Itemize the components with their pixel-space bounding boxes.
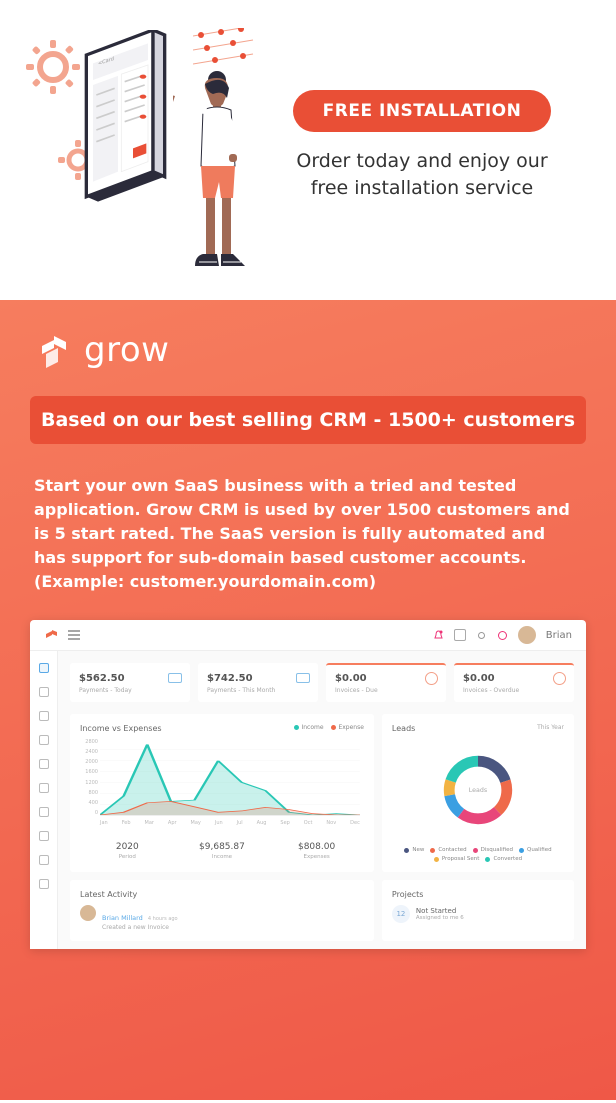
line-chart: 280024002000160012008004000 JanFebMarApr… bbox=[80, 739, 364, 834]
sidebar-icon bbox=[39, 687, 49, 697]
stat-value: $0.00 bbox=[463, 673, 565, 684]
card-icon bbox=[425, 672, 438, 685]
card-icon bbox=[168, 673, 182, 683]
chart-legend: Income Expense bbox=[288, 724, 363, 733]
based-on-banner: Based on our best selling CRM - 1500+ cu… bbox=[30, 396, 586, 444]
avatar bbox=[518, 626, 536, 644]
bell-icon bbox=[433, 630, 444, 641]
activity-title: Latest Activity bbox=[80, 890, 137, 899]
stat-label: Invoices - Overdue bbox=[463, 687, 565, 694]
brand-name: grow bbox=[84, 330, 169, 370]
sidebar-icon bbox=[39, 783, 49, 793]
dots-icon bbox=[193, 28, 263, 73]
activity-desc: Created a new Invoice bbox=[102, 924, 178, 931]
hero-illustration: <Card bbox=[18, 20, 268, 270]
top-section: <Card bbox=[0, 0, 616, 300]
stat-value: $742.50 bbox=[207, 673, 309, 684]
dashboard-screenshot: Brian $562.50 Payments - Today $742.50 bbox=[30, 620, 586, 949]
person-illustration bbox=[173, 70, 268, 280]
summary-label: Period bbox=[80, 854, 175, 860]
sidebar-icon bbox=[39, 855, 49, 865]
project-count-badge: 12 bbox=[392, 905, 410, 923]
gear-icon bbox=[476, 630, 487, 641]
projects-title: Projects bbox=[392, 890, 424, 899]
dash-sidebar bbox=[30, 651, 58, 949]
sidebar-icon bbox=[39, 807, 49, 817]
summary-label: Expenses bbox=[269, 854, 364, 860]
sidebar-icon bbox=[39, 735, 49, 745]
sidebar-icon bbox=[39, 711, 49, 721]
grow-logo-icon bbox=[36, 332, 72, 368]
card-icon bbox=[296, 673, 310, 683]
svg-text:Leads: Leads bbox=[469, 787, 487, 794]
leads-legend: New Contacted Disqualified Qualified Proposa… bbox=[392, 847, 564, 862]
lower-section: grow Based on our best selling CRM - 150… bbox=[0, 300, 616, 1100]
card-icon bbox=[553, 672, 566, 685]
avatar bbox=[80, 905, 96, 921]
activity-user: Brian Millard bbox=[102, 914, 143, 922]
projects-panel: Projects 12 Not Started Assigned to me 6 bbox=[382, 880, 574, 941]
sidebar-icon bbox=[39, 879, 49, 889]
stat-card: $562.50 Payments - Today bbox=[70, 663, 190, 702]
stat-card: $0.00 Invoices - Overdue bbox=[454, 663, 574, 702]
legend-item: Converted bbox=[485, 856, 522, 862]
gear-icon bbox=[26, 40, 81, 95]
stat-label: Invoices - Due bbox=[335, 687, 437, 694]
sidebar-icon bbox=[39, 759, 49, 769]
stat-cards: $562.50 Payments - Today $742.50 Payment… bbox=[70, 663, 574, 702]
chart-summary: 2020 Period$9,685.87 Income $808.00 Expenses bbox=[80, 842, 364, 860]
brand: grow bbox=[30, 330, 586, 370]
leads-panel: Leads This Year Leads New Contacted Disqua… bbox=[382, 714, 574, 872]
leads-title: Leads bbox=[392, 724, 415, 733]
top-text: FREE INSTALLATION Order today and enjoy … bbox=[288, 20, 556, 201]
project-status: Not Started bbox=[416, 907, 464, 915]
sidebar-icon bbox=[39, 831, 49, 841]
phone-icon: <Card bbox=[78, 30, 178, 213]
summary-value: $808.00 bbox=[269, 842, 364, 852]
income-expenses-panel: Income vs Expenses Income Expense 280024… bbox=[70, 714, 374, 872]
power-icon bbox=[497, 630, 508, 641]
menu-icon bbox=[68, 630, 80, 640]
summary-value: 2020 bbox=[80, 842, 175, 852]
activity-ago: 4 hours ago bbox=[148, 916, 178, 922]
summary-label: Income bbox=[175, 854, 270, 860]
free-installation-pill: FREE INSTALLATION bbox=[293, 90, 552, 132]
user-name: Brian bbox=[546, 630, 572, 641]
dash-topbar: Brian bbox=[30, 620, 586, 651]
stat-card: $0.00 Invoices - Due bbox=[326, 663, 446, 702]
square-icon bbox=[454, 629, 466, 641]
stat-label: Payments - This Month bbox=[207, 687, 309, 694]
legend-item: Disqualified bbox=[473, 847, 513, 853]
sidebar-home-icon bbox=[39, 663, 49, 673]
stat-value: $0.00 bbox=[335, 673, 437, 684]
top-subtitle: Order today and enjoy our free installat… bbox=[288, 148, 556, 201]
description: Start your own SaaS business with a trie… bbox=[30, 474, 586, 594]
grow-logo-small-icon bbox=[44, 628, 58, 642]
legend-item: Contacted bbox=[430, 847, 466, 853]
stat-value: $562.50 bbox=[79, 673, 181, 684]
donut-chart: Leads bbox=[392, 739, 564, 839]
summary-value: $9,685.87 bbox=[175, 842, 270, 852]
stat-label: Payments - Today bbox=[79, 687, 181, 694]
legend-item: Proposal Sent bbox=[434, 856, 480, 862]
leads-period: This Year bbox=[537, 724, 564, 733]
chart-title: Income vs Expenses bbox=[80, 724, 162, 733]
dash-main: $562.50 Payments - Today $742.50 Payment… bbox=[58, 651, 586, 949]
stat-card: $742.50 Payments - This Month bbox=[198, 663, 318, 702]
activity-panel: Latest Activity Brian Millard 4 hours ag… bbox=[70, 880, 374, 941]
legend-item: Qualified bbox=[519, 847, 552, 853]
project-sub: Assigned to me 6 bbox=[416, 915, 464, 921]
legend-item: New bbox=[404, 847, 424, 853]
